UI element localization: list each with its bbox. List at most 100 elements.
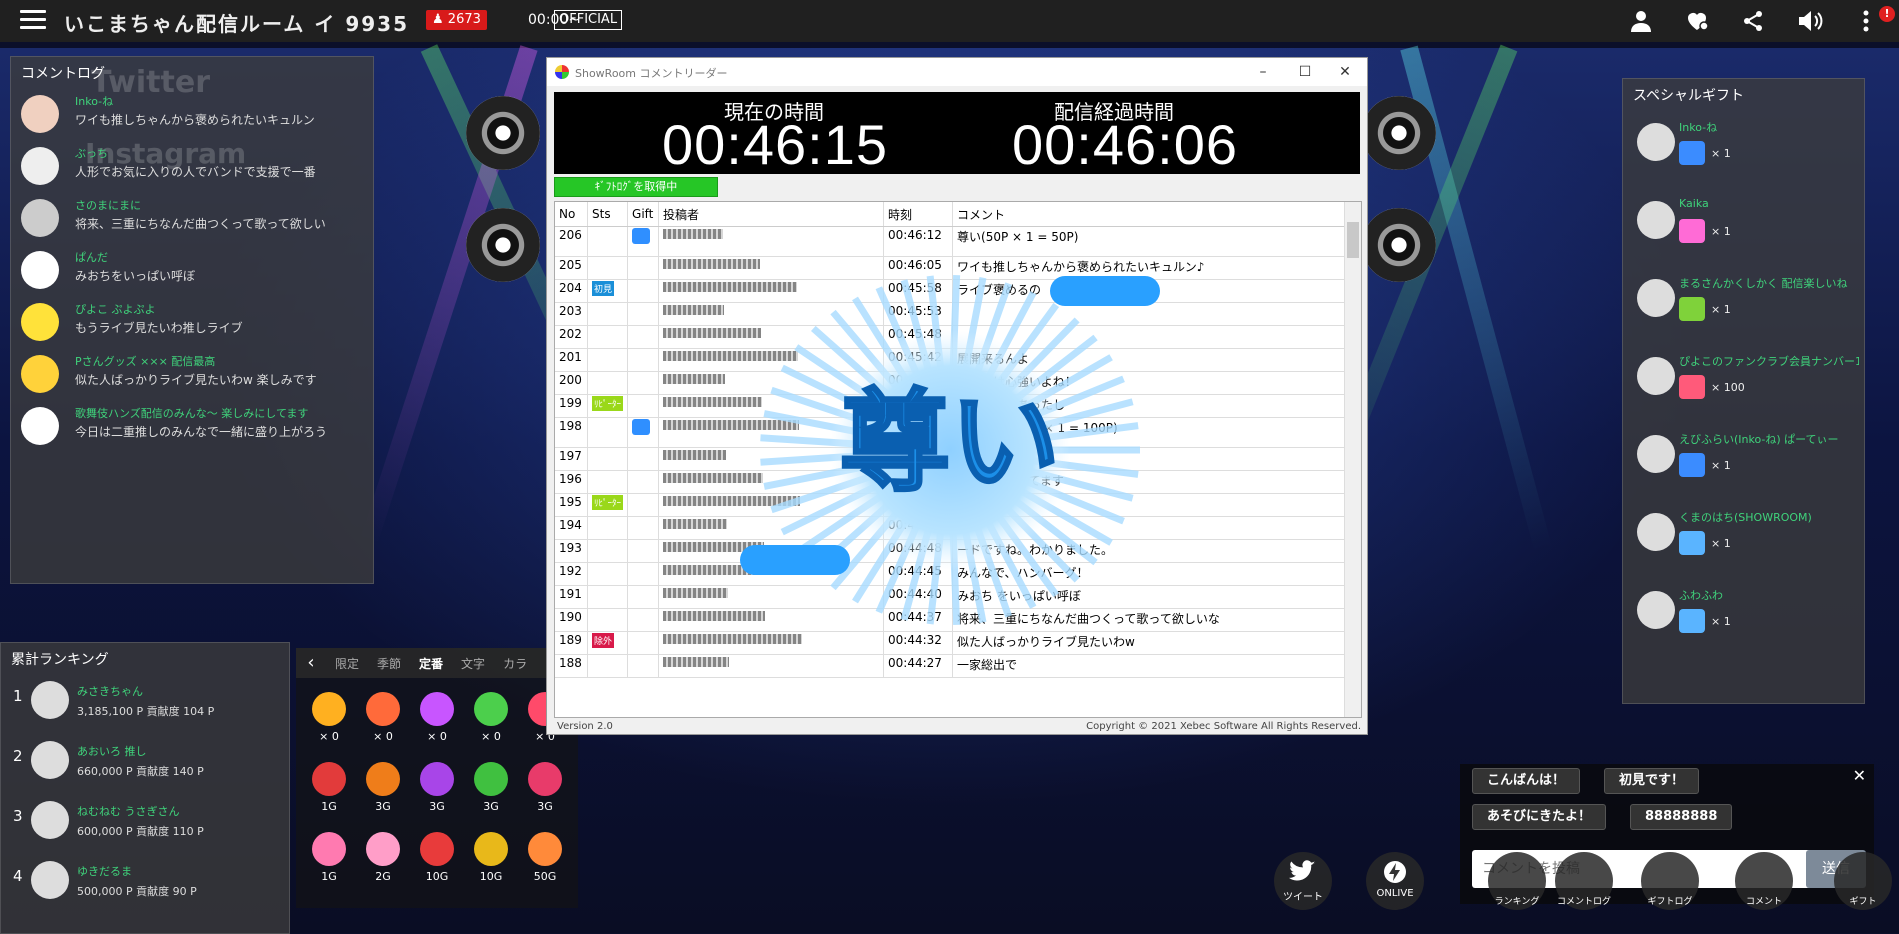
gift-item[interactable]: 1G xyxy=(302,752,356,822)
bottom-nav-button[interactable]: コメント xyxy=(1735,852,1793,910)
table-row[interactable]: 191 00:44:40 みおち をいっぱい呼ぼ xyxy=(555,585,1345,609)
comment-author[interactable]: さのまにまに xyxy=(75,197,141,213)
row-poster xyxy=(658,539,885,563)
scrollbar-thumb[interactable] xyxy=(1347,222,1359,258)
gift-tab[interactable]: 限定 xyxy=(326,655,368,672)
share-icon[interactable] xyxy=(1740,9,1766,33)
col-sts[interactable]: Sts xyxy=(587,202,629,227)
row-gift xyxy=(627,608,660,632)
col-poster[interactable]: 投稿者 xyxy=(658,202,885,227)
table-row[interactable]: 196 00:45:10 なんだと思ってます xyxy=(555,470,1345,494)
gift-sender-name[interactable]: Kaika xyxy=(1679,197,1859,210)
gift-sender-name[interactable]: えびふらい(Inko-ね) ぱーてぃー xyxy=(1679,431,1859,447)
bottom-nav-button[interactable]: ランキング xyxy=(1488,852,1546,910)
favorite-heart-icon[interactable] xyxy=(1684,9,1710,33)
gift-tab[interactable]: 定番 xyxy=(410,655,452,672)
gift-item[interactable]: × 0 xyxy=(356,682,410,752)
gift-count: × 1 xyxy=(1711,303,1731,316)
ranking-item[interactable]: 1 みさきちゃん 3,185,100 P 貢献度 104 P xyxy=(1,675,289,735)
comment-author[interactable]: 歌舞伎ハンズ配信のみんな～ 楽しみにしてます xyxy=(75,405,308,421)
poster-name-redacted xyxy=(663,282,798,292)
bottom-nav-button[interactable]: コメントログ xyxy=(1555,852,1613,910)
table-row[interactable]: 197 00:45:15 xyxy=(555,447,1345,471)
table-row[interactable]: 206 00:46:12 尊い(50P × 1 = 50P) xyxy=(555,226,1345,257)
comment-text: 今日は二重推しのみんなで一緒に盛り上がろう xyxy=(75,425,328,439)
comment-text: みおちをいっぱい呼ぼ xyxy=(75,269,196,283)
bottom-nav-button[interactable]: ギフトログ xyxy=(1641,852,1699,910)
close-icon[interactable]: ✕ xyxy=(1853,766,1866,785)
gift-tab[interactable]: 文字 xyxy=(452,655,494,672)
gift-prev-chevron-icon[interactable]: ‹ xyxy=(296,648,326,678)
row-comment: この辺は心強いよね！ xyxy=(952,371,1345,395)
table-row[interactable]: 192 00:44:45 みんなで、ハンバーグ！ xyxy=(555,562,1345,586)
avatar xyxy=(21,95,59,133)
table-row[interactable]: 188 00:44:27 一家総出で xyxy=(555,654,1345,678)
col-comment[interactable]: コメント xyxy=(952,202,1345,227)
room-title: いこまちゃん配信ルーム イ 9935 xyxy=(64,12,409,36)
gift-item[interactable]: 50G xyxy=(518,822,572,892)
table-row[interactable]: 193 00:44:48 ードですね。わかりました。 xyxy=(555,539,1345,563)
gift-item[interactable]: × 0 xyxy=(302,682,356,752)
quick-comment-button[interactable]: こんばんは！ xyxy=(1472,768,1581,794)
col-time[interactable]: 時刻 xyxy=(883,202,954,227)
onlive-button[interactable]: ONLIVE xyxy=(1366,852,1424,910)
gift-icon xyxy=(632,228,651,244)
gift-item[interactable]: 2G xyxy=(356,822,410,892)
gift-sender-name[interactable]: ふわふわ xyxy=(1679,587,1859,603)
quick-comment-button[interactable]: あそびにきたよ！ xyxy=(1472,804,1607,830)
table-row[interactable]: 198 00:45:22 おつかれ(100P × 1 = 100P) xyxy=(555,417,1345,448)
comment-author[interactable]: ぶっち xyxy=(75,145,108,161)
table-row[interactable]: 190 00:44:37 将来、三重にちなんだ曲つくって歌って欲しいな xyxy=(555,608,1345,632)
close-icon[interactable]: ✕ xyxy=(1325,60,1365,84)
grid-scrollbar[interactable] xyxy=(1344,202,1361,717)
gift-sender-name[interactable]: まるさんかくしかく 配信楽しいね xyxy=(1679,275,1859,291)
more-options-icon[interactable] xyxy=(1860,9,1872,33)
quick-comment-button[interactable]: 88888888 xyxy=(1630,804,1733,830)
comment-author[interactable]: Pさんグッズ ××× 配信最高 xyxy=(75,353,215,369)
gift-item[interactable]: × 0 xyxy=(464,682,518,752)
quick-comment-button[interactable]: 初見です！ xyxy=(1604,768,1700,794)
table-row[interactable]: 194 00:44:50 xyxy=(555,516,1345,540)
ranking-item[interactable]: 3 ねむねむ うさぎさん 600,000 P 貢献度 110 P xyxy=(1,795,289,855)
gift-item[interactable]: 3G xyxy=(356,752,410,822)
table-row[interactable]: 205 00:46:05 ワイも推しちゃんから褒められたいキュルン♪ xyxy=(555,256,1345,280)
row-sts xyxy=(587,608,629,632)
bottom-nav-button[interactable]: ギフト xyxy=(1834,852,1892,910)
gift-tab[interactable]: 季節 xyxy=(368,655,410,672)
minimize-icon[interactable]: – xyxy=(1243,60,1283,84)
comment-author[interactable]: ぱんだ xyxy=(75,249,108,265)
gift-item[interactable]: × 0 xyxy=(410,682,464,752)
table-row[interactable]: 199 ﾘﾋﾟｰﾀｰ 00:45:30 凱旋ライブあったし xyxy=(555,394,1345,418)
gift-item[interactable]: 10G xyxy=(464,822,518,892)
table-row[interactable]: 202 00:45:48 xyxy=(555,325,1345,349)
gift-tab[interactable]: カラ xyxy=(494,655,536,672)
gift-item[interactable]: 3G xyxy=(464,752,518,822)
maximize-icon[interactable]: ☐ xyxy=(1285,60,1325,84)
col-no[interactable]: No xyxy=(555,202,588,227)
rank-name: みさきちゃん xyxy=(77,685,143,698)
comment-author[interactable]: Inko-ね xyxy=(75,93,113,109)
table-row[interactable]: 203 00:45:53 xyxy=(555,302,1345,326)
user-icon[interactable] xyxy=(1628,9,1654,33)
table-row[interactable]: 189 除外 00:44:32 似た人ばっかりライブ見たいわw xyxy=(555,631,1345,655)
ranking-item[interactable]: 4 ゆきだるま 500,000 P 貢献度 90 P xyxy=(1,855,289,915)
gift-item[interactable]: 1G xyxy=(302,822,356,892)
ranking-item[interactable]: 2 あおいろ 推し 660,000 P 貢献度 140 P xyxy=(1,735,289,795)
row-gift xyxy=(627,325,660,349)
volume-icon[interactable] xyxy=(1796,9,1828,33)
tweet-button[interactable]: ツイート xyxy=(1274,852,1332,910)
gift-item[interactable]: 10G xyxy=(410,822,464,892)
gift-sender-name[interactable]: くまのはち(SHOWROOM) xyxy=(1679,509,1859,525)
table-row[interactable]: 195 ﾘﾋﾟｰﾀｰ 00:45:05 xyxy=(555,493,1345,517)
table-row[interactable]: 200 00:45:36 この辺は心強いよね！ xyxy=(555,371,1345,395)
poster-name-redacted xyxy=(663,657,730,667)
table-row[interactable]: 201 00:45:42 展開来るんよ xyxy=(555,348,1345,372)
gift-item[interactable]: 3G xyxy=(518,752,572,822)
table-row[interactable]: 204 初見 00:45:58 ライブ褒めるの xyxy=(555,279,1345,303)
gift-sender-name[interactable]: ぴよこのファンクラブ会員ナンバー1番 xyxy=(1679,353,1859,369)
menu-icon[interactable] xyxy=(20,10,46,30)
col-gift[interactable]: Gift xyxy=(627,202,660,227)
gift-item[interactable]: 3G xyxy=(410,752,464,822)
comment-author[interactable]: ぴよこ ぷよぷよ xyxy=(75,301,156,317)
gift-sender-name[interactable]: Inko-ね xyxy=(1679,119,1859,135)
